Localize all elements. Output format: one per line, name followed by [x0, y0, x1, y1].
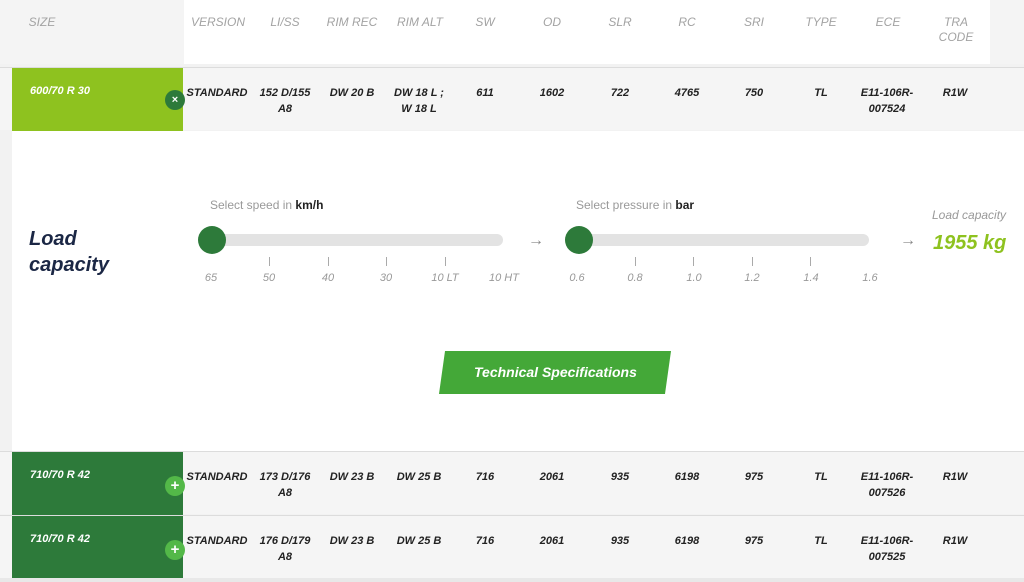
- speed-unit: km/h: [295, 198, 324, 212]
- rim-rec-cell: DW 23 B: [329, 535, 375, 547]
- col-header-ece: ECE: [875, 15, 901, 29]
- col-header-sw: SW: [475, 15, 495, 29]
- od-cell: 2061: [539, 471, 565, 483]
- tra-cell: R1W: [942, 471, 968, 483]
- pressure-tick-label[interactable]: 1.0: [674, 272, 714, 284]
- col-header-rim-alt: RIM ALT: [396, 15, 443, 29]
- speed-slider-handle[interactable]: [198, 226, 226, 254]
- rc-cell: 4765: [674, 87, 700, 99]
- li-ss-cell: 176 D/179 A8: [259, 535, 311, 563]
- rc-cell: 6198: [674, 471, 700, 483]
- col-header-slr: SLR: [608, 15, 632, 29]
- speed-tick: [445, 257, 446, 266]
- rim-alt-cell: DW 25 B: [396, 471, 442, 483]
- technical-specifications-button[interactable]: Technical Specifications: [438, 351, 672, 394]
- speed-tick-label[interactable]: 65: [191, 272, 231, 284]
- ece-cell: E11-106R-007525: [860, 535, 914, 563]
- pressure-unit: bar: [675, 198, 695, 212]
- rim-rec-cell: DW 23 B: [329, 471, 375, 483]
- load-capacity-value: 1955 kg: [933, 232, 1007, 254]
- pressure-tick-label[interactable]: 0.8: [615, 272, 655, 284]
- speed-tick-label[interactable]: 10 HT: [484, 272, 524, 284]
- arrow-right-icon: →: [528, 232, 544, 249]
- load-capacity-caption: Load capacity: [932, 208, 1007, 222]
- rim-alt-cell: DW 18 L ; W 18 L: [394, 87, 444, 115]
- speed-tick: [269, 257, 270, 266]
- table-row: 710/70 R 42 + STANDARD 176 D/179 A8 DW 2…: [0, 515, 1024, 579]
- li-ss-cell: 152 D/155 A8: [259, 87, 311, 115]
- speed-tick: [328, 257, 329, 266]
- speed-tick-label[interactable]: 50: [249, 272, 289, 284]
- sw-cell: 716: [475, 535, 495, 547]
- col-header-li-ss: LI/SS: [270, 15, 300, 29]
- speed-caption: Select speed in km/h: [210, 198, 324, 212]
- load-capacity-title: Load capacity: [29, 228, 110, 276]
- type-cell: TL: [814, 535, 828, 547]
- version-cell: STANDARD: [186, 87, 248, 99]
- col-header-rim-rec: RIM REC: [326, 15, 378, 29]
- pressure-caption: Select pressure in bar: [576, 198, 695, 212]
- speed-tick-label[interactable]: 40: [308, 272, 348, 284]
- rc-cell: 6198: [674, 535, 700, 547]
- version-cell: STANDARD: [186, 535, 248, 547]
- size-cell[interactable]: 710/70 R 42 +: [12, 516, 185, 579]
- table-row: 710/70 R 42 + STANDARD 173 D/176 A8 DW 2…: [0, 451, 1024, 515]
- size-cell[interactable]: 600/70 R 30 ×: [12, 68, 185, 131]
- speed-tick-label[interactable]: 10 LT: [425, 272, 465, 284]
- size-cell[interactable]: 710/70 R 42 +: [12, 452, 185, 515]
- pressure-tick: [635, 257, 636, 266]
- sw-cell: 716: [475, 471, 495, 483]
- col-header-rc: RC: [678, 15, 696, 29]
- size-label: 710/70 R 42: [30, 469, 90, 481]
- plus-icon[interactable]: +: [165, 476, 185, 496]
- tra-cell: R1W: [942, 87, 968, 99]
- plus-icon[interactable]: +: [165, 540, 185, 560]
- slr-cell: 722: [610, 87, 630, 99]
- li-ss-cell: 173 D/176 A8: [259, 471, 311, 499]
- version-cell: STANDARD: [186, 471, 248, 483]
- col-header-tra-code: TRA CODE: [938, 15, 974, 44]
- pressure-tick: [752, 257, 753, 266]
- col-header-type: TYPE: [805, 15, 837, 29]
- pressure-tick-label[interactable]: 1.2: [732, 272, 772, 284]
- sw-cell: 611: [476, 87, 494, 99]
- ece-cell: E11-106R-007526: [860, 471, 914, 499]
- od-cell: 2061: [539, 535, 565, 547]
- close-icon[interactable]: ×: [165, 90, 185, 110]
- pressure-tick-label[interactable]: 0.6: [557, 272, 597, 284]
- tra-cell: R1W: [942, 535, 968, 547]
- load-capacity-panel: Load capacity Select speed in km/h 65 50…: [12, 131, 1024, 451]
- speed-tick-label[interactable]: 30: [366, 272, 406, 284]
- rim-alt-cell: DW 25 B: [396, 535, 442, 547]
- arrow-right-icon: →: [900, 232, 916, 249]
- pressure-tick: [693, 257, 694, 266]
- speed-slider-track[interactable]: [199, 234, 503, 246]
- col-header-sri: SRI: [743, 15, 764, 29]
- ece-cell: E11-106R-007524: [860, 87, 914, 115]
- size-label: 600/70 R 30: [30, 85, 90, 97]
- slr-cell: 935: [610, 535, 630, 547]
- rim-rec-cell: DW 20 B: [329, 87, 375, 99]
- speed-tick: [386, 257, 387, 266]
- sri-cell: 750: [744, 87, 764, 99]
- sri-cell: 975: [744, 535, 764, 547]
- type-cell: TL: [814, 471, 828, 483]
- pressure-slider-handle[interactable]: [565, 226, 593, 254]
- pressure-tick-label[interactable]: 1.6: [850, 272, 890, 284]
- pressure-tick: [810, 257, 811, 266]
- page-bottom-edge: [0, 578, 1024, 582]
- table-header-panel: [184, 0, 990, 64]
- type-cell: TL: [814, 87, 828, 99]
- od-cell: 1602: [539, 87, 565, 99]
- size-label: 710/70 R 42: [30, 533, 90, 545]
- slr-cell: 935: [610, 471, 630, 483]
- table-row: 600/70 R 30 × STANDARD 152 D/155 A8 DW 2…: [0, 67, 1024, 131]
- sri-cell: 975: [744, 471, 764, 483]
- pressure-slider-track[interactable]: [565, 234, 869, 246]
- col-header-version: VERSION: [190, 15, 245, 29]
- col-header-od: OD: [543, 15, 561, 29]
- pressure-tick-label[interactable]: 1.4: [791, 272, 831, 284]
- col-header-size: SIZE: [28, 15, 56, 29]
